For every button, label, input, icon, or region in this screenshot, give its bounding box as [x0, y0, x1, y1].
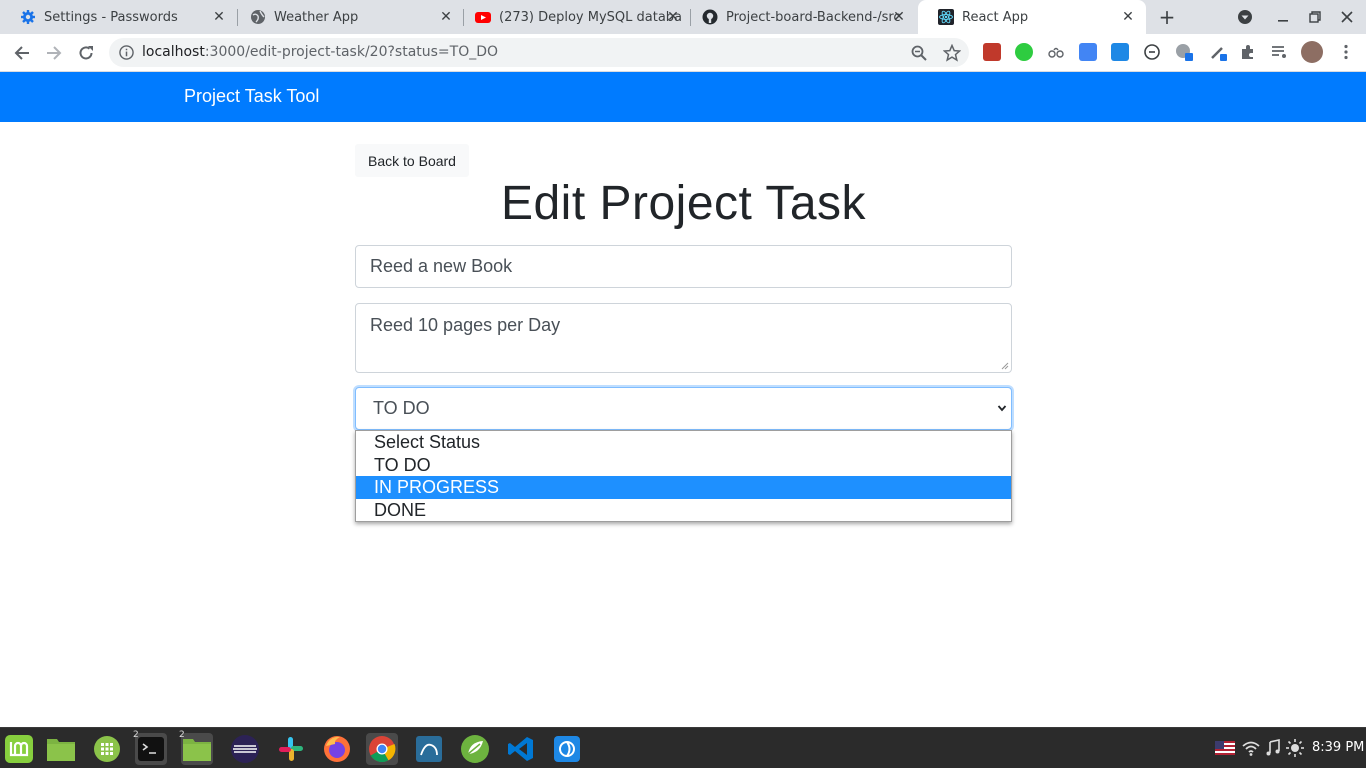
browser-toolbar: localhost:3000/edit-project-task/20?stat… [0, 34, 1366, 72]
tab-title: Weather App [274, 9, 359, 25]
extension-icon[interactable] [983, 43, 1001, 61]
status-option-in-progress[interactable]: IN PROGRESS [356, 476, 1011, 499]
restore-icon[interactable] [1307, 9, 1323, 25]
terminal-window-count: 2 [133, 730, 139, 740]
close-icon[interactable]: ✕ [438, 9, 454, 25]
app-icon[interactable] [551, 733, 583, 765]
wifi-icon[interactable] [1242, 739, 1260, 757]
tab-search-icon[interactable] [1237, 9, 1253, 25]
brightness-icon[interactable] [1286, 739, 1304, 757]
tab-title: React App [962, 9, 1029, 25]
close-window-icon[interactable] [1339, 9, 1355, 25]
resize-handle-icon[interactable] [1001, 362, 1009, 370]
mysql-workbench-icon[interactable] [413, 733, 445, 765]
tab-weather-app[interactable]: Weather App ✕ [230, 0, 464, 34]
back-to-board-button[interactable]: Back to Board [355, 144, 469, 177]
status-option-select-status[interactable]: Select Status [356, 431, 1011, 454]
description-text: Reed 10 pages per Day [370, 315, 561, 335]
mint-menu-icon[interactable] [3, 733, 35, 765]
summary-input[interactable]: Reed a new Book [355, 245, 1012, 288]
files-icon[interactable] [45, 733, 77, 765]
tab-github[interactable]: Project-board-Backend-/src ✕ [682, 0, 917, 34]
youtube-icon [475, 9, 491, 25]
extensions-puzzle-icon[interactable] [1239, 43, 1257, 61]
tab-settings-passwords[interactable]: Settings - Passwords ✕ [0, 0, 237, 34]
status-option-to-do[interactable]: TO DO [356, 454, 1011, 477]
back-arrow-icon[interactable] [11, 42, 33, 64]
close-icon[interactable]: ✕ [665, 9, 681, 25]
chrome-icon[interactable] [366, 733, 398, 765]
github-icon [702, 9, 718, 25]
url-text: localhost:3000/edit-project-task/20?stat… [142, 44, 498, 60]
globe-icon [250, 9, 266, 25]
tab-title: (273) Deploy MySQL databa [499, 9, 683, 25]
kebab-menu-icon[interactable] [1337, 43, 1355, 61]
app-navbar: Project Task Tool [0, 72, 1366, 122]
status-select[interactable]: TO DO [355, 387, 1012, 430]
vscode-icon[interactable] [505, 733, 537, 765]
eclipse-icon[interactable] [229, 733, 261, 765]
status-option-done[interactable]: DONE [356, 499, 1011, 522]
url-host: localhost [142, 44, 205, 60]
close-icon[interactable]: ✕ [891, 9, 907, 25]
profile-avatar[interactable] [1301, 41, 1323, 63]
close-icon[interactable]: ✕ [1120, 9, 1136, 25]
zoom-icon[interactable] [910, 44, 928, 62]
reading-list-icon[interactable] [1270, 43, 1288, 61]
page-title: Edit Project Task [500, 177, 867, 230]
extension-icon[interactable] [1015, 43, 1033, 61]
extension-icon[interactable] [1111, 43, 1129, 61]
react-icon [938, 9, 954, 25]
tab-title: Project-board-Backend-/src [726, 9, 901, 25]
url-path: :3000/edit-project-task/20?status=TO_DO [204, 44, 499, 60]
new-tab-button[interactable]: + [1157, 7, 1177, 27]
taskbar-clock[interactable]: 8:39 PM [1312, 740, 1364, 755]
status-selected-value: TO DO [373, 398, 430, 418]
tab-react-app[interactable]: React App ✕ [918, 0, 1146, 34]
forward-arrow-icon[interactable] [43, 42, 65, 64]
firefox-icon[interactable] [321, 733, 353, 765]
translate-icon[interactable] [1079, 43, 1097, 61]
gear-icon [20, 9, 36, 25]
minimize-icon[interactable] [1275, 9, 1291, 25]
spring-tool-icon[interactable] [459, 733, 491, 765]
tab-title: Settings - Passwords [44, 9, 178, 25]
info-icon[interactable] [119, 45, 134, 60]
files-window-count: 2 [179, 730, 185, 740]
chevron-down-icon [997, 405, 1007, 412]
extension-icon[interactable] [1047, 43, 1065, 61]
tab-youtube[interactable]: (273) Deploy MySQL databa ✕ [455, 0, 691, 34]
navbar-brand[interactable]: Project Task Tool [184, 86, 319, 107]
status-dropdown-list: Select Status TO DO IN PROGRESS DONE [355, 430, 1012, 522]
us-flag-icon[interactable] [1215, 739, 1235, 757]
bookmark-star-icon[interactable] [943, 44, 961, 62]
slack-icon[interactable] [275, 733, 307, 765]
extension-icon[interactable] [1143, 43, 1161, 61]
reload-icon[interactable] [75, 42, 97, 64]
extension-icon[interactable] [1175, 43, 1193, 61]
browser-tab-strip: Settings - Passwords ✕ Weather App ✕ (27… [0, 0, 1366, 34]
extension-icon[interactable] [1209, 43, 1227, 61]
files-icon[interactable]: 2 [179, 730, 213, 765]
calculator-icon[interactable] [91, 733, 123, 765]
description-textarea[interactable]: Reed 10 pages per Day [355, 303, 1012, 373]
terminal-icon[interactable]: 2 [133, 730, 167, 765]
close-icon[interactable]: ✕ [211, 9, 227, 25]
address-bar[interactable]: localhost:3000/edit-project-task/20?stat… [109, 38, 969, 67]
sound-icon[interactable] [1265, 739, 1281, 757]
os-taskbar: 2 2 [0, 727, 1366, 768]
